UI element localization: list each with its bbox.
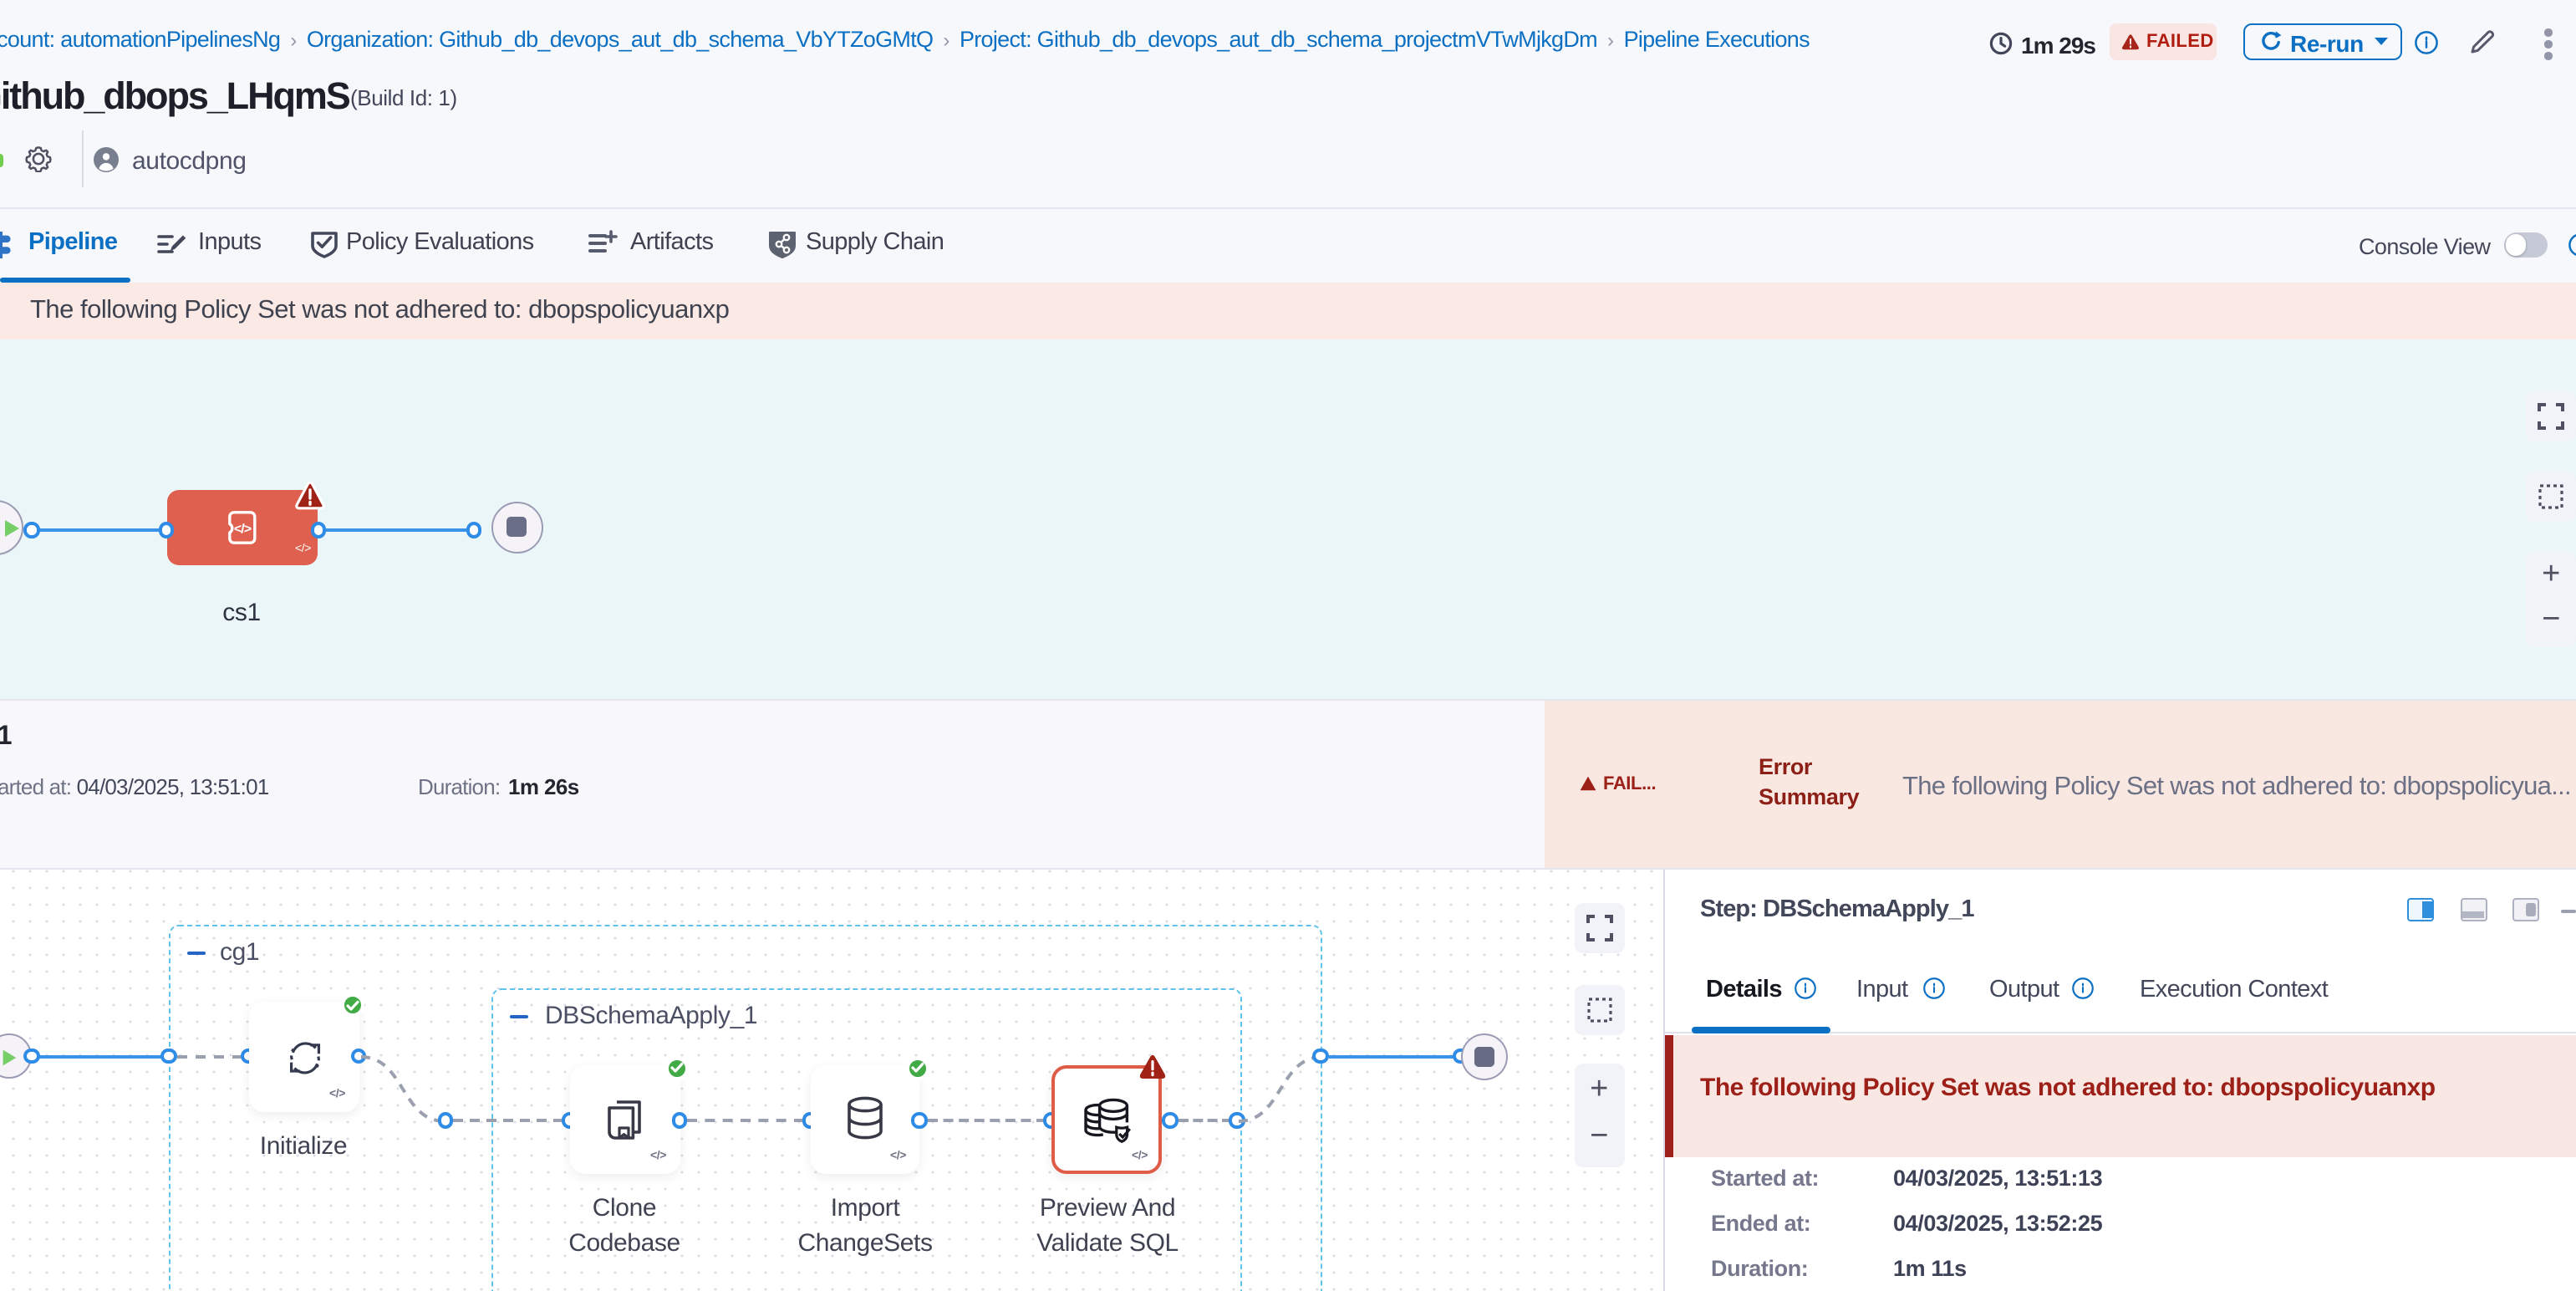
svg-text:</>: </> [234, 523, 252, 537]
